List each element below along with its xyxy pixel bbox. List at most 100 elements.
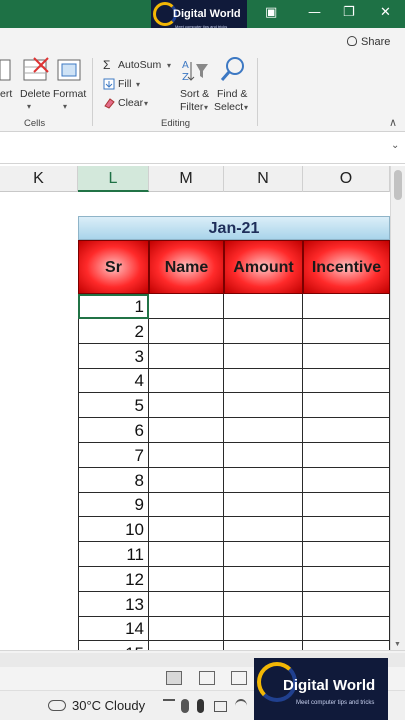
amount-cell[interactable] xyxy=(224,343,303,369)
amount-cell[interactable] xyxy=(224,467,303,493)
header-incentive[interactable]: Incentive xyxy=(303,240,390,294)
collapse-ribbon-icon[interactable]: ∧ xyxy=(389,116,397,129)
insert-icon[interactable] xyxy=(0,56,12,86)
sr-cell[interactable]: 8 xyxy=(78,467,149,493)
incentive-cell[interactable] xyxy=(303,566,390,592)
amount-cell[interactable] xyxy=(224,294,303,319)
insert-label[interactable]: ert xyxy=(0,88,12,100)
amount-cell[interactable] xyxy=(224,368,303,394)
format-caret-icon[interactable]: ▾ xyxy=(63,102,67,111)
sr-cell[interactable]: 1 xyxy=(78,294,149,319)
autosum-button[interactable]: AutoSum xyxy=(118,59,161,71)
amount-cell[interactable] xyxy=(224,393,303,419)
header-sr[interactable]: Sr xyxy=(78,240,149,294)
column-header-n[interactable]: N xyxy=(224,166,303,192)
worksheet-grid[interactable]: Jan-21 Sr Name Amount Incentive 12345678… xyxy=(0,192,390,650)
amount-cell[interactable] xyxy=(224,542,303,567)
amount-cell[interactable] xyxy=(224,566,303,592)
sr-cell[interactable]: 7 xyxy=(78,442,149,468)
vertical-scrollbar[interactable]: ▼ xyxy=(390,166,405,650)
minimize-icon[interactable]: — xyxy=(308,4,321,22)
amount-cell[interactable] xyxy=(224,492,303,518)
incentive-cell[interactable] xyxy=(303,343,390,369)
column-header-o[interactable]: O xyxy=(303,166,390,192)
name-cell[interactable] xyxy=(149,418,224,443)
scroll-down-icon[interactable]: ▼ xyxy=(394,641,401,648)
name-cell[interactable] xyxy=(149,368,224,394)
scrollbar-thumb[interactable] xyxy=(394,170,402,200)
header-amount[interactable]: Amount xyxy=(224,240,303,294)
battery-icon[interactable] xyxy=(214,701,227,712)
delete-icon[interactable] xyxy=(22,56,50,86)
fill-caret-icon[interactable]: ▾ xyxy=(136,80,140,89)
sort-filter-icon[interactable]: A Z xyxy=(181,56,209,86)
share-button[interactable]: Share xyxy=(347,36,390,48)
format-icon[interactable] xyxy=(56,56,82,86)
name-cell[interactable] xyxy=(149,641,224,650)
sort-filter-line1[interactable]: Sort & xyxy=(180,88,209,100)
incentive-cell[interactable] xyxy=(303,294,390,319)
fill-button[interactable]: Fill xyxy=(118,78,131,90)
restore-icon[interactable]: ❐ xyxy=(343,4,355,22)
autosum-caret-icon[interactable]: ▾ xyxy=(167,61,171,70)
incentive-cell[interactable] xyxy=(303,368,390,394)
find-select-icon[interactable] xyxy=(219,56,247,86)
name-cell[interactable] xyxy=(149,294,224,319)
name-cell[interactable] xyxy=(149,616,224,642)
find-select-line1[interactable]: Find & xyxy=(217,88,247,100)
pen-icon[interactable] xyxy=(181,699,189,713)
sr-cell[interactable]: 3 xyxy=(78,343,149,369)
sort-caret-icon[interactable]: ▾ xyxy=(204,103,208,112)
delete-label[interactable]: Delete xyxy=(20,88,50,100)
ribbon-display-icon[interactable]: ▣ xyxy=(265,4,277,22)
sr-cell[interactable]: 9 xyxy=(78,492,149,518)
sr-cell[interactable]: 6 xyxy=(78,418,149,443)
sr-cell[interactable]: 2 xyxy=(78,318,149,344)
amount-cell[interactable] xyxy=(224,641,303,650)
name-cell[interactable] xyxy=(149,542,224,567)
expand-formula-bar-icon[interactable]: ⌄ xyxy=(391,140,399,151)
amount-cell[interactable] xyxy=(224,517,303,543)
amount-cell[interactable] xyxy=(224,318,303,344)
page-break-preview-icon[interactable] xyxy=(231,671,247,685)
chevron-up-icon[interactable] xyxy=(163,699,175,713)
incentive-cell[interactable] xyxy=(303,442,390,468)
incentive-cell[interactable] xyxy=(303,393,390,419)
incentive-cell[interactable] xyxy=(303,492,390,518)
formula-bar[interactable]: ⌄ xyxy=(0,132,405,164)
name-cell[interactable] xyxy=(149,343,224,369)
page-layout-icon[interactable] xyxy=(199,671,215,685)
close-icon[interactable]: ✕ xyxy=(380,4,391,22)
name-cell[interactable] xyxy=(149,566,224,592)
name-cell[interactable] xyxy=(149,442,224,468)
amount-cell[interactable] xyxy=(224,616,303,642)
name-cell[interactable] xyxy=(149,318,224,344)
amount-cell[interactable] xyxy=(224,591,303,617)
name-cell[interactable] xyxy=(149,591,224,617)
sr-cell[interactable]: 11 xyxy=(78,542,149,567)
clear-button[interactable]: Clear xyxy=(118,97,143,109)
sr-cell[interactable]: 15 xyxy=(78,641,149,650)
name-cell[interactable] xyxy=(149,517,224,543)
name-cell[interactable] xyxy=(149,492,224,518)
incentive-cell[interactable] xyxy=(303,418,390,443)
sr-cell[interactable]: 14 xyxy=(78,616,149,642)
wifi-icon[interactable] xyxy=(235,699,247,713)
incentive-cell[interactable] xyxy=(303,591,390,617)
column-header-l[interactable]: L xyxy=(78,166,149,192)
incentive-cell[interactable] xyxy=(303,517,390,543)
column-header-m[interactable]: M xyxy=(149,166,224,192)
incentive-cell[interactable] xyxy=(303,542,390,567)
sort-filter-line2[interactable]: Filter xyxy=(180,101,203,113)
find-caret-icon[interactable]: ▾ xyxy=(244,103,248,112)
microphone-icon[interactable] xyxy=(197,699,204,713)
normal-view-icon[interactable] xyxy=(166,671,182,685)
incentive-cell[interactable] xyxy=(303,641,390,650)
incentive-cell[interactable] xyxy=(303,318,390,344)
amount-cell[interactable] xyxy=(224,442,303,468)
sr-cell[interactable]: 10 xyxy=(78,517,149,543)
find-select-line2[interactable]: Select xyxy=(214,101,243,113)
sr-cell[interactable]: 4 xyxy=(78,368,149,394)
delete-caret-icon[interactable]: ▾ xyxy=(27,102,31,111)
name-cell[interactable] xyxy=(149,393,224,419)
